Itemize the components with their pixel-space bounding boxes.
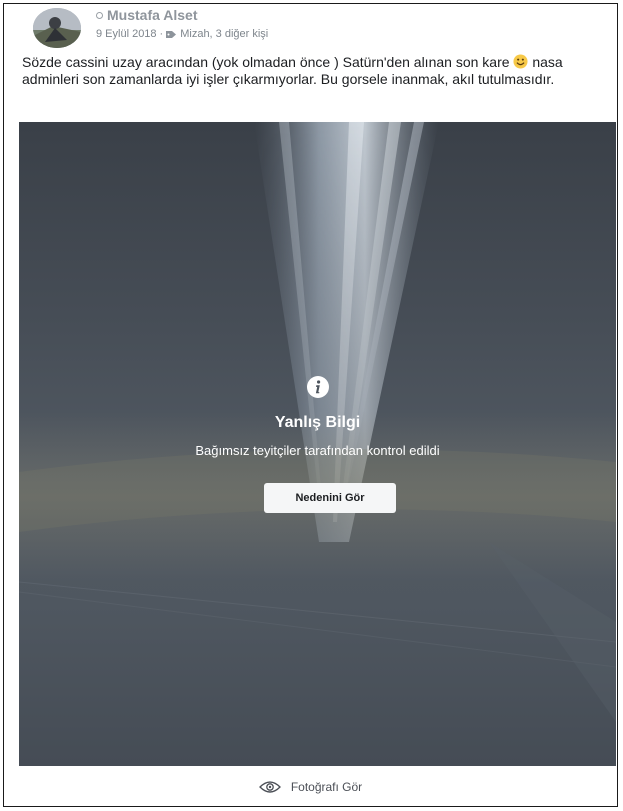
tag-icon (166, 30, 177, 38)
view-photo-link[interactable]: Fotoğrafı Gör (291, 780, 362, 794)
post-date[interactable]: 9 Eylül 2018 (96, 28, 157, 40)
info-icon (306, 376, 329, 398)
eye-icon (258, 781, 281, 793)
author-name[interactable]: Mustafa Alset (96, 7, 198, 23)
misinformation-overlay: Yanlış Bilgi Bağımsız teyitçiler tarafın… (19, 122, 616, 766)
globe-icon (96, 11, 103, 19)
view-photo-bar[interactable]: Fotoğrafı Gör (4, 768, 617, 806)
blurred-photo[interactable]: Yanlış Bilgi Bağımsız teyitçiler tarafın… (19, 122, 616, 766)
avatar-image (33, 8, 81, 48)
post-meta: 9 Eylül 2018 · Mizah, 3 diğer kişi (96, 28, 268, 40)
post-card: Mustafa Alset 9 Eylül 2018 · Mizah, 3 di… (3, 3, 618, 807)
see-why-button[interactable]: Nedenini Gör (264, 483, 396, 513)
post-tags[interactable]: Mizah, 3 diğer kişi (180, 28, 268, 40)
fact-checkers-subtitle: Bağımsız teyitçiler tarafından kontrol e… (195, 443, 440, 458)
avatar[interactable] (33, 8, 81, 48)
caption-text-part1: Sözde cassini uzay aracından (yok olmada… (22, 54, 510, 70)
author-name-text: Mustafa Alset (107, 7, 198, 23)
post-caption: Sözde cassini uzay aracından (yok olmada… (22, 54, 612, 88)
post-header: Mustafa Alset 9 Eylül 2018 · Mizah, 3 di… (4, 4, 617, 56)
smile-emoji-icon (513, 54, 528, 69)
meta-separator: · (159, 28, 164, 40)
false-information-title: Yanlış Bilgi (274, 414, 361, 431)
